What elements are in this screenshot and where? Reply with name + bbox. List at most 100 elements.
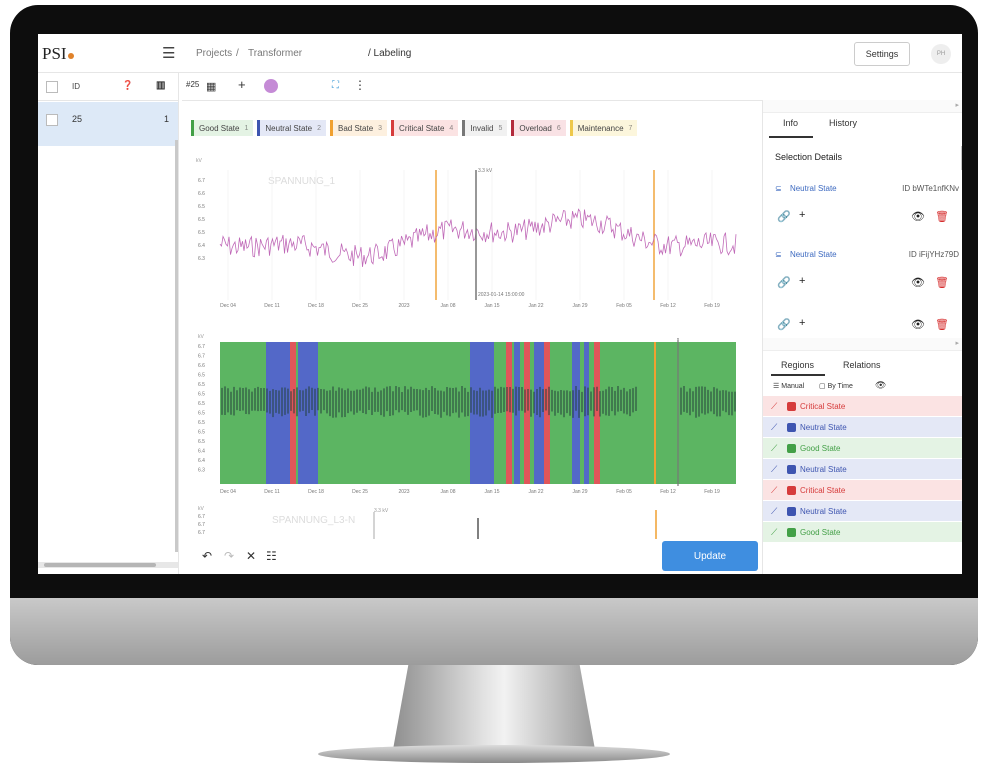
scroll-thumb[interactable] — [44, 563, 156, 567]
clear-icon[interactable]: ✕ — [246, 549, 256, 563]
y-tick-label: 6.3 — [198, 468, 205, 474]
avatar[interactable]: PH — [931, 44, 951, 64]
region-list-item[interactable]: ⟋ Critical State — [763, 480, 962, 501]
y-tick-label: 6.4 — [198, 449, 205, 455]
more-button[interactable]: ⋮ — [354, 78, 366, 92]
link-icon[interactable]: 🔗 — [777, 318, 791, 331]
label-tag[interactable]: Good State 1 — [191, 120, 254, 136]
plot1-series-line — [219, 208, 737, 267]
region-badge — [787, 464, 796, 474]
row-id: 25 — [72, 114, 83, 124]
y-tick-label: 6.4 — [198, 458, 205, 464]
panel-grip-bottom[interactable]: ▸ — [763, 338, 962, 351]
labeled-region[interactable] — [506, 342, 512, 484]
y-tick-label: 6.5 — [198, 230, 205, 236]
labeled-region[interactable] — [654, 342, 656, 484]
link-icon[interactable]: 🔗 — [777, 276, 791, 289]
label-tag[interactable]: Overload 6 — [511, 120, 566, 136]
panel-grip-top[interactable]: ▸ — [763, 100, 962, 113]
label-tag[interactable]: Bad State 3 — [330, 120, 388, 136]
labeled-region[interactable] — [534, 342, 544, 484]
plot2-unit: kV — [198, 334, 205, 340]
visibility-filter-icon[interactable]: 👁 — [875, 380, 886, 391]
region-list-item[interactable]: ⟋ Neutral State — [763, 417, 962, 438]
list-item[interactable]: 25 1 — [38, 102, 178, 146]
label-tag[interactable]: Invalid 5 — [462, 120, 508, 136]
x-tick-label: Feb 05 — [616, 303, 632, 309]
x-tick-label: Jan 08 — [440, 489, 455, 495]
sidebar-horizontal-scrollbar[interactable] — [38, 562, 178, 568]
detail-id: ID iFijYHz79D — [908, 250, 959, 259]
detail-name: Neutral State — [789, 250, 837, 259]
select-all-checkbox[interactable] — [46, 81, 58, 93]
add-relation-button[interactable]: + — [799, 317, 805, 329]
user-avatar-icon[interactable] — [264, 79, 278, 93]
label-tag-text: Invalid — [470, 123, 494, 133]
region-label: Good State — [800, 443, 841, 453]
region-list-item[interactable]: ⟋ Neutral State — [763, 459, 962, 480]
region-list-item[interactable]: ⟋ Good State — [763, 438, 962, 459]
tab-info[interactable]: Info — [783, 118, 798, 128]
detail-row-2[interactable]: ⊆ Neutral State ID iFijYHz79D — [775, 250, 961, 259]
delete-icon[interactable]: 🗑 — [935, 210, 949, 223]
collapse-icon[interactable]: ▸ — [955, 101, 959, 109]
manual-filter[interactable]: ☰ Manual — [773, 382, 804, 390]
region-badge — [787, 506, 796, 516]
x-tick-label: Jan 08 — [440, 303, 455, 309]
y-tick-label: 6.5 — [198, 439, 205, 445]
delete-icon[interactable]: 🗑 — [935, 276, 949, 289]
fit-icon[interactable]: ⛶ — [332, 80, 339, 91]
visibility-icon[interactable]: 👁 — [911, 318, 925, 331]
x-tick-label: Dec 18 — [308, 489, 324, 495]
detail-row-1[interactable]: ⊆ Neutral State ID bWTe1nfKNv — [775, 184, 961, 193]
label-tag-text: Critical State — [399, 123, 445, 133]
columns-icon[interactable]: ▥ — [156, 80, 165, 91]
region-list-item[interactable]: ⟋ Critical State — [763, 396, 962, 417]
plot-spannung-l3-n[interactable]: kV 6.7 6.7 6.7 SPANNUNG_L3-N 3.3 kV — [198, 506, 657, 540]
breadcrumb-transformer[interactable]: Transformer — [248, 48, 302, 59]
breadcrumb-projects[interactable]: Projects — [196, 48, 232, 59]
settings-button[interactable]: Settings — [854, 42, 910, 66]
plot-labeled-regions[interactable]: kV 6.76.76.66.56.56.56.56.56.56.56.56.46… — [198, 334, 736, 495]
app-logo[interactable]: PSI — [42, 44, 74, 64]
y-tick-label: 6.5 — [198, 204, 205, 210]
visibility-icon[interactable]: 👁 — [911, 276, 925, 289]
update-button[interactable]: Update — [662, 541, 758, 571]
column-id[interactable]: ID — [72, 82, 80, 91]
labeled-region[interactable] — [594, 342, 600, 484]
menu-icon[interactable]: ☰ — [162, 44, 175, 62]
add-relation-button[interactable]: + — [799, 209, 805, 221]
adjust-icon[interactable]: ☷ — [266, 549, 277, 563]
label-tag[interactable]: Neutral State 2 — [257, 120, 326, 136]
labeled-region[interactable] — [290, 342, 296, 484]
redo-icon[interactable]: ↷ — [224, 549, 234, 563]
tab-history[interactable]: History — [829, 118, 857, 128]
label-tag[interactable]: Maintenance 7 — [569, 120, 638, 136]
collapse-icon[interactable]: ▸ — [955, 339, 959, 347]
link-icon[interactable]: 🔗 — [777, 210, 791, 223]
plot-spannung-1[interactable]: kV SPANNUNG_1 6.7 6.6 6.5 6.5 6.5 6.4 6.3 3.3 … — [196, 158, 737, 309]
sidebar-scrollbar[interactable] — [175, 140, 178, 552]
label-tag[interactable]: Critical State 4 — [391, 120, 459, 136]
label-tag-shortcut: 6 — [556, 124, 561, 132]
delete-icon[interactable]: 🗑 — [935, 318, 949, 331]
by-time-filter[interactable]: ▢ By Time — [819, 382, 853, 390]
row-checkbox[interactable] — [46, 114, 58, 126]
info-scrollbar[interactable] — [961, 146, 962, 170]
labeled-region[interactable] — [514, 342, 520, 484]
labeled-region[interactable] — [524, 342, 530, 484]
help-icon[interactable]: ❓ — [122, 80, 133, 91]
undo-icon[interactable]: ↶ — [202, 549, 212, 563]
grid-icon[interactable]: ▦ — [206, 80, 216, 93]
add-button[interactable]: + — [238, 77, 246, 92]
tab-regions[interactable]: Regions — [781, 360, 814, 370]
region-label: Neutral State — [800, 464, 847, 474]
y-tick-label: 6.5 — [198, 392, 205, 398]
region-list-item[interactable]: ⟋ Good State — [763, 522, 962, 543]
label-tag-text: Maintenance — [577, 123, 624, 133]
visibility-icon[interactable]: 👁 — [911, 210, 925, 223]
add-relation-button[interactable]: + — [799, 275, 805, 287]
y-tick-label: 6.5 — [198, 217, 205, 223]
region-list-item[interactable]: ⟋ Neutral State — [763, 501, 962, 522]
tab-relations[interactable]: Relations — [843, 360, 881, 370]
